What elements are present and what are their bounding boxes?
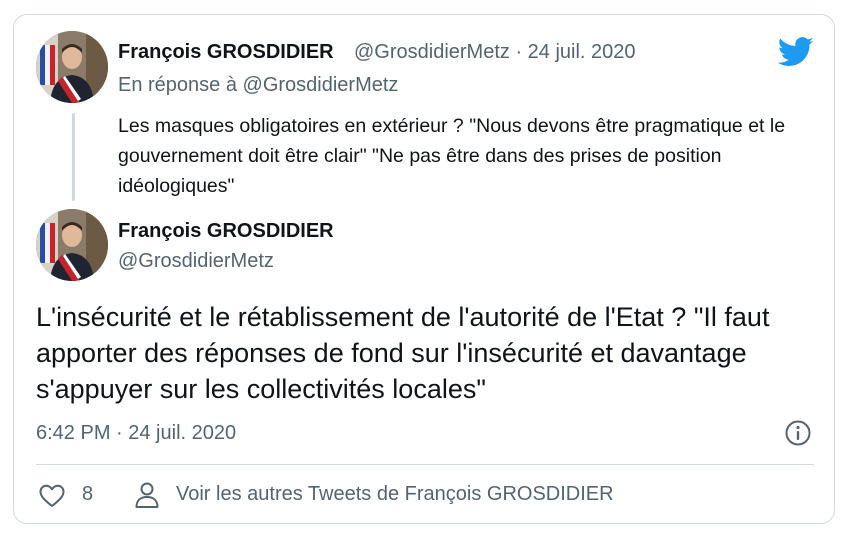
twitter-bird-icon[interactable]	[778, 37, 814, 67]
tweet-embed-card: François GROSDIDIER @GrosdidierMetz · 24…	[13, 14, 835, 524]
reply-prefix: En réponse à	[118, 74, 243, 96]
divider	[36, 464, 814, 465]
info-icon[interactable]	[784, 419, 812, 447]
heart-icon[interactable]	[38, 482, 66, 510]
avatar[interactable]	[36, 209, 108, 281]
avatar-photo	[36, 209, 108, 281]
reply-author-name[interactable]: François GROSDIDIER	[118, 41, 334, 64]
author-name[interactable]: François GROSDIDIER	[118, 220, 334, 243]
reply-handle-date[interactable]: @GrosdidierMetz · 24 juil. 2020	[354, 41, 636, 64]
author-handle[interactable]: @GrosdidierMetz	[118, 250, 274, 273]
more-tweets-link[interactable]: Voir les autres Tweets de François GROSD…	[176, 483, 614, 506]
reply-mention-link[interactable]: @GrosdidierMetz	[243, 74, 399, 96]
reply-tweet-text: Les masques obligatoires en extérieur ? …	[118, 115, 786, 197]
avatar-photo	[36, 31, 108, 103]
reply-context: En réponse à @GrosdidierMetz	[118, 74, 398, 97]
tweet-timestamp[interactable]: 6:42 PM · 24 juil. 2020	[36, 422, 236, 445]
thread-connector	[72, 113, 75, 201]
person-icon[interactable]	[134, 481, 160, 509]
tweet-text: L'insécurité et le rétablissement de l'a…	[36, 302, 770, 404]
avatar[interactable]	[36, 31, 108, 103]
like-count[interactable]: 8	[82, 483, 93, 506]
